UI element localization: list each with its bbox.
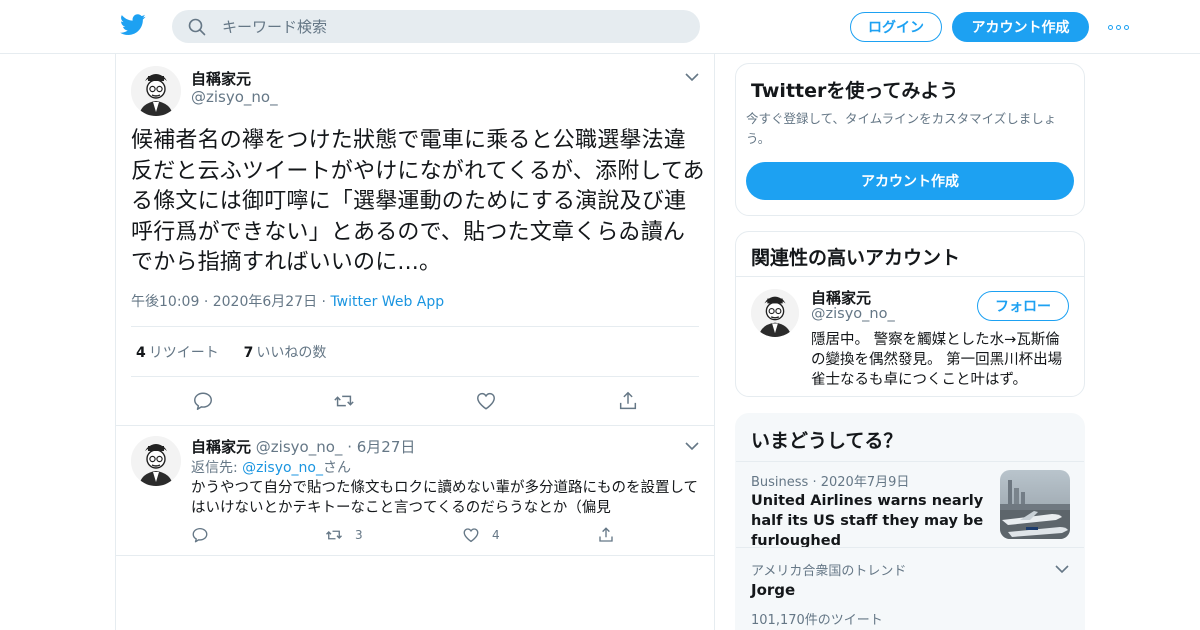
reply-action-reply[interactable] <box>191 526 221 544</box>
related-account-name[interactable]: 自稱家元 <box>811 287 871 308</box>
reply-author-avatar[interactable] <box>131 436 181 486</box>
reply-to-prefix: 返信先: <box>191 460 243 476</box>
trend-item-count: 101,170件のツイート <box>751 613 883 628</box>
follow-button[interactable]: フォロー <box>977 291 1069 321</box>
related-account-bio: 隱居中。 警察を觸媒とした水→瓦斯倫の變換を偶然發見。 第一回黑川杯出場雀士なる… <box>811 332 1063 388</box>
reply-author-name[interactable]: 自稱家元 <box>191 438 251 456</box>
login-button[interactable]: ログイン <box>850 12 942 42</box>
trends-title: いまどうしてる？ <box>751 430 903 452</box>
trend-item-category: Business · 2020年7月9日 <box>751 475 910 490</box>
divider <box>736 461 1084 462</box>
reply-author-handle[interactable]: @zisyo_no_ <box>256 438 343 456</box>
search-box[interactable] <box>172 10 700 43</box>
tweet-text: 候補者名の襷をつけた狀態で電車に乘ると公職選擧法違反だと云ふツイートがやけになが… <box>131 128 705 275</box>
divider <box>116 555 714 556</box>
signup-card: Twitterを使ってみよう 今すぐ登録して、タイムラインをカスタマイズしましょ… <box>735 63 1085 216</box>
like-stat[interactable]: 7 いいねの数 <box>244 345 327 361</box>
avatar-portrait-icon <box>131 436 181 486</box>
trend-item-category: アメリカ合衆国のトレンド <box>751 564 907 579</box>
retweet-icon <box>326 530 342 540</box>
reply-date[interactable]: 6月27日 <box>357 438 416 456</box>
like-heart-icon[interactable] <box>475 390 497 412</box>
trend-item-name[interactable]: Jorge <box>751 581 795 599</box>
tweet-metadata: 午後10:09 · 2020年6月27日 · Twitter Web App <box>131 294 445 310</box>
chevron-down-icon[interactable] <box>685 72 699 82</box>
reply-action-share[interactable] <box>597 526 627 544</box>
related-account-handle[interactable]: @zisyo_no_ <box>811 306 895 322</box>
reply-text: かうやつて自分で貼つた條文もロクに讀めない輩が多分道路にものを設置してはいけない… <box>191 480 699 516</box>
divider <box>736 276 1084 277</box>
tweet-stats: 4 リツイート 7 いいねの数 <box>136 342 326 362</box>
share-icon <box>599 527 613 542</box>
divider <box>131 376 699 377</box>
reply-header: 自稱家元 @zisyo_no_ · 6月27日 <box>191 438 416 456</box>
reply-icon[interactable] <box>192 390 214 412</box>
author-avatar[interactable] <box>131 66 181 116</box>
related-accounts-card: 関連性の高いアカウント 自稱家元 @zisyo_no_ フォロー 隱居中。 警察… <box>735 231 1085 397</box>
timeline-column: 自稱家元 @zisyo_no_ 候補者名の襷をつけた狀態で電車に乘ると公職選擧法… <box>115 54 715 630</box>
tweet-date[interactable]: 2020年6月27日 <box>213 294 317 310</box>
reply-action-retweet[interactable]: 3 <box>325 526 363 544</box>
like-count: 7 <box>243 345 254 361</box>
retweet-stat[interactable]: 4 リツイート <box>136 345 219 361</box>
reply-like-count: 4 <box>492 528 500 542</box>
reply-to-handle-link[interactable]: @zisyo_no_ <box>242 460 323 476</box>
signup-button[interactable]: アカウント作成 <box>952 12 1089 42</box>
signup-card-button[interactable]: アカウント作成 <box>746 162 1074 200</box>
signup-card-description: 今すぐ登録して、タイムラインをカスタマイズしましょう。 <box>746 111 1057 146</box>
twitter-bird-logo-icon[interactable] <box>120 14 146 36</box>
retweet-count: 4 <box>136 345 146 361</box>
search-input[interactable] <box>222 10 682 43</box>
related-accounts-title: 関連性の高いアカウント <box>751 247 961 269</box>
reply-retweet-count: 3 <box>355 528 363 542</box>
airplane-photo-icon <box>1000 470 1070 539</box>
chevron-down-icon[interactable] <box>1055 564 1069 574</box>
divider <box>736 547 1084 548</box>
chevron-down-icon[interactable] <box>685 441 699 451</box>
top-navigation-bar: ログイン アカウント作成 <box>0 0 1200 54</box>
like-label: いいねの数 <box>256 345 327 361</box>
search-icon <box>188 18 206 36</box>
divider <box>116 425 714 426</box>
retweet-label: リツイート <box>148 345 219 361</box>
divider <box>131 326 699 327</box>
tweet-source-link[interactable]: Twitter Web App <box>330 294 444 310</box>
reply-to-suffix: さん <box>323 460 351 476</box>
reply-action-like[interactable]: 4 <box>462 526 500 544</box>
avatar-portrait-icon <box>131 66 181 116</box>
tweet-author-handle[interactable]: @zisyo_no_ <box>191 88 278 106</box>
like-heart-icon <box>463 528 479 543</box>
more-options-icon[interactable] <box>1106 18 1130 36</box>
related-account-avatar[interactable] <box>751 289 799 337</box>
avatar-portrait-icon <box>751 289 799 337</box>
trend-item-headline[interactable]: United Airlines warns nearly half its US… <box>751 491 991 551</box>
tweet-time[interactable]: 午後10:09 <box>131 294 199 310</box>
signup-card-title: Twitterを使ってみよう <box>751 80 959 102</box>
trend-news-thumbnail[interactable] <box>1000 470 1070 539</box>
retweet-icon[interactable] <box>333 390 355 412</box>
reply-to-line: 返信先: @zisyo_no_さん <box>191 457 351 477</box>
share-icon[interactable] <box>617 390 639 412</box>
tweet-author-name[interactable]: 自稱家元 <box>191 68 251 89</box>
reply-icon <box>192 527 208 543</box>
trends-card: いまどうしてる？ Business · 2020年7月9日 United Air… <box>735 413 1085 630</box>
